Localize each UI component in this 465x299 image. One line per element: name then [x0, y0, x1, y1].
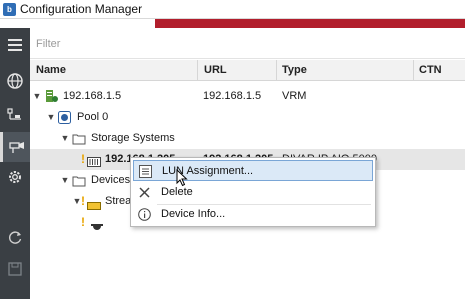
gear-settings-icon[interactable]	[0, 162, 30, 192]
accent-strip-gap	[0, 19, 155, 28]
context-menu: LUN Assignment... Delete Device Info...	[130, 157, 376, 227]
menu-item-device-info[interactable]: Device Info...	[133, 204, 373, 225]
info-icon	[138, 208, 151, 221]
tree-node-label: Strea	[105, 195, 132, 207]
dome-camera-icon	[90, 219, 104, 232]
warning-icon: !	[81, 215, 85, 229]
expand-arrow-icon[interactable]: ▼	[60, 170, 70, 191]
menu-item-delete[interactable]: Delete	[133, 182, 373, 203]
expand-arrow-icon[interactable]: ▼	[60, 128, 70, 149]
tree-node-label: Storage Systems	[91, 132, 175, 144]
window-title: Configuration Manager	[20, 2, 143, 16]
warning-icon: !	[81, 194, 85, 208]
column-type-header[interactable]: Type	[278, 60, 413, 81]
expand-arrow-icon[interactable]: ▼	[32, 86, 42, 107]
storage-array-icon	[87, 154, 101, 167]
devices-map-icon[interactable]	[0, 100, 30, 130]
left-toolbar	[0, 28, 30, 299]
column-divider[interactable]	[413, 60, 414, 81]
menu-item-label: Device Info...	[161, 208, 226, 220]
tree-node-label: Devices	[91, 174, 131, 186]
column-url-header[interactable]: URL	[200, 60, 276, 81]
save-icon[interactable]	[0, 254, 30, 284]
network-globe-icon[interactable]	[0, 66, 30, 96]
column-header: Name URL Type CTN	[30, 60, 465, 81]
vrm-server-icon	[44, 90, 58, 103]
cameras-icon[interactable]	[0, 132, 30, 162]
menu-item-lun-assignment[interactable]: LUN Assignment...	[133, 160, 373, 181]
warning-icon: !	[81, 152, 85, 166]
tree-row-storage-systems[interactable]: ▼ Storage Systems	[30, 128, 465, 149]
column-divider[interactable]	[197, 60, 198, 81]
lun-list-icon	[139, 165, 152, 178]
title-bar: b Configuration Manager	[0, 0, 465, 19]
tree-node-label: 192.168.1.5	[63, 90, 122, 102]
folder-icon	[72, 174, 86, 187]
accent-strip	[0, 19, 465, 28]
refresh-icon[interactable]	[0, 222, 30, 252]
column-ctn-header[interactable]: CTN	[415, 60, 465, 81]
tree-row-vrm[interactable]: ▼ 192.168.1.5 192.168.1.5 VRM	[30, 86, 465, 107]
pool-icon	[58, 111, 72, 124]
column-name-header[interactable]: Name	[32, 60, 197, 81]
mouse-pointer-icon	[176, 168, 188, 187]
filter-input[interactable]	[36, 36, 456, 51]
expand-arrow-icon[interactable]: ▼	[46, 107, 56, 128]
delete-x-icon	[138, 186, 151, 199]
app-logo-icon: b	[3, 3, 16, 16]
column-divider[interactable]	[276, 60, 277, 81]
tree-node-label: Pool 0	[77, 111, 109, 123]
encoder-icon	[87, 197, 101, 210]
hamburger-menu-icon[interactable]	[0, 30, 30, 60]
tree-row-pool[interactable]: ▼ Pool 0	[30, 107, 465, 128]
tree-node-type: VRM	[282, 90, 307, 102]
filter-bar	[30, 28, 465, 59]
tree-node-url: 192.168.1.5	[203, 90, 262, 102]
folder-icon	[72, 132, 86, 145]
